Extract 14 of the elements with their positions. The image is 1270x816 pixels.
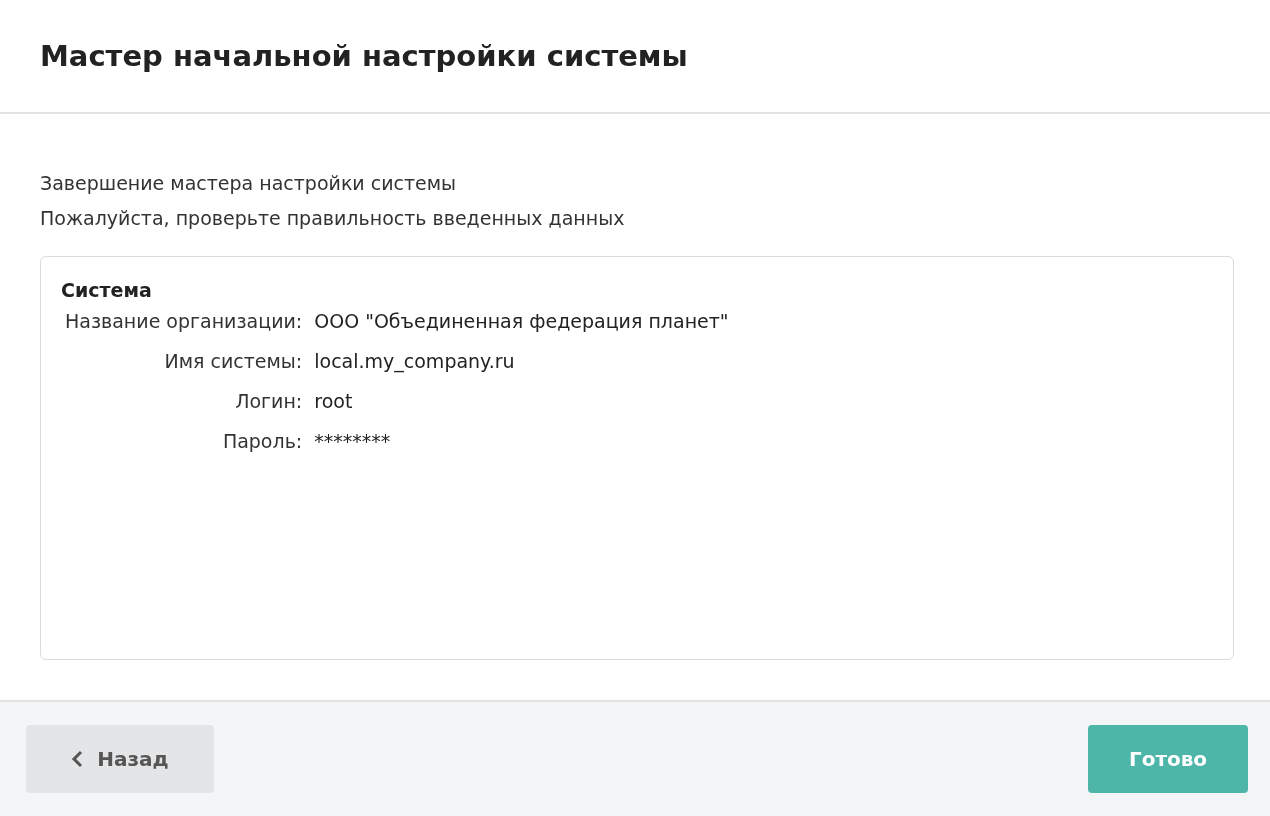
field-value: local.my_company.ru [314,349,516,375]
field-label: Пароль: [221,429,303,454]
intro-text: Пожалуйста, проверьте правильность введенных данных [40,206,626,231]
field-label: Имя системы: [163,349,303,374]
wizard-title: Мастер начальной настройки системы [40,39,688,73]
field-value: ******** [314,429,392,454]
field-label: Название организации: [65,309,303,334]
field-value: ООО "Объединенная федерация планет" [314,309,729,334]
back-button[interactable]: Назад [26,725,214,793]
intro-text: Завершение мастера настройки системы [40,171,458,196]
field-value: root [314,389,354,414]
section-heading: Система [61,279,153,301]
chevron-left-icon [71,750,84,768]
field-label: Логин: [234,389,303,414]
